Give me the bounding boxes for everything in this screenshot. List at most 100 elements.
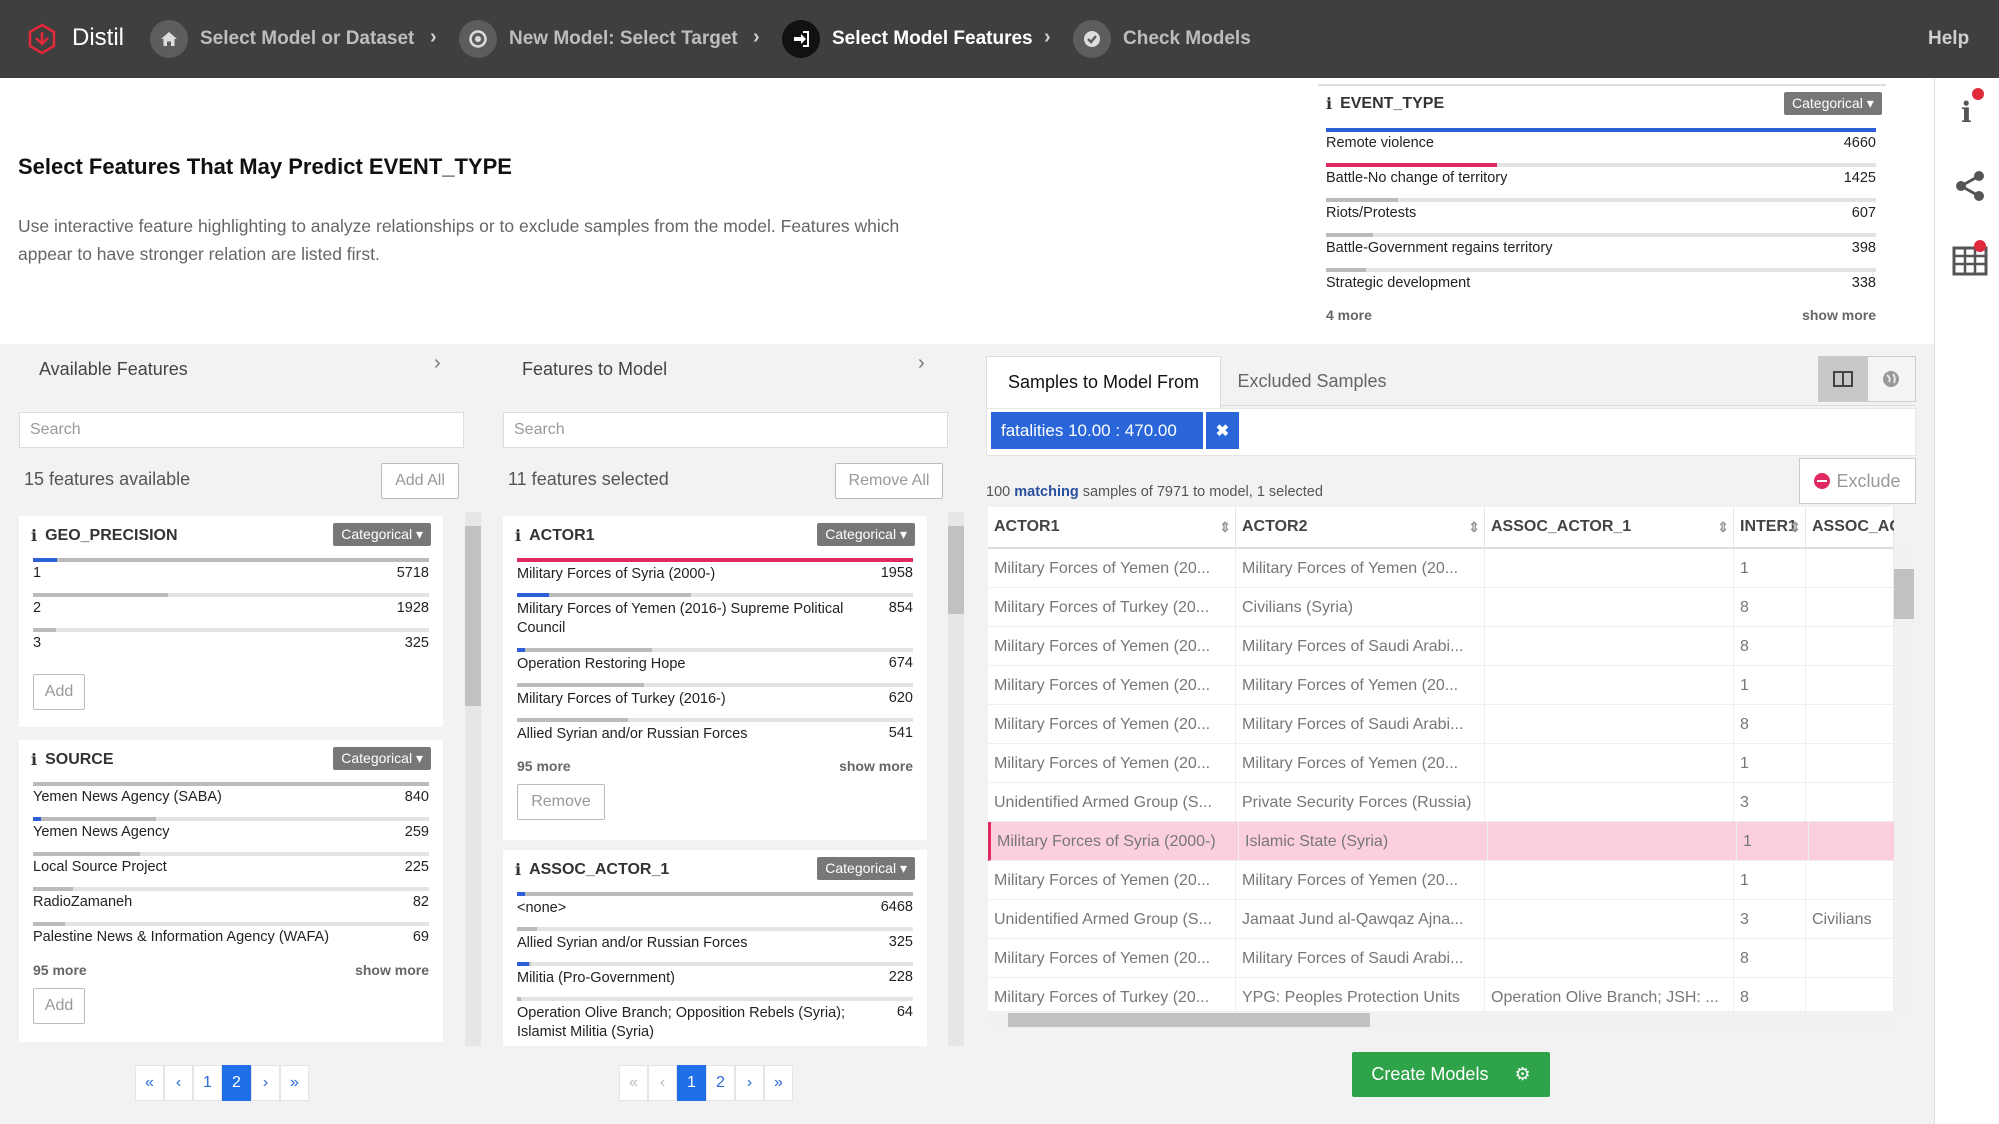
- page-button[interactable]: ‹: [164, 1065, 193, 1101]
- chevron-right-icon[interactable]: ›: [918, 352, 925, 375]
- bar-row[interactable]: Riots/Protests 607: [1326, 198, 1876, 233]
- table-horizontal-scrollbar[interactable]: [988, 1011, 1894, 1029]
- tab-excluded-samples[interactable]: Excluded Samples: [1222, 356, 1402, 406]
- globe-icon[interactable]: [1867, 357, 1915, 401]
- table-row[interactable]: Military Forces of Syria (2000-) Islamic …: [988, 822, 1894, 861]
- info-icon[interactable]: i: [515, 860, 521, 879]
- type-dropdown[interactable]: Categorical ▾: [817, 857, 915, 880]
- show-more-link[interactable]: show more: [355, 962, 429, 978]
- page-button[interactable]: ›: [251, 1065, 280, 1101]
- column-header[interactable]: ACTOR2 ⇕: [1236, 507, 1485, 549]
- scrollbar-thumb[interactable]: [1008, 1013, 1370, 1027]
- bar-row[interactable]: Strategic development 338: [1326, 268, 1876, 303]
- show-more-link[interactable]: show more: [1802, 307, 1876, 323]
- bar-row[interactable]: Operation Olive Branch; Opposition Rebel…: [517, 997, 913, 1046]
- remove-all-button[interactable]: Remove All: [835, 463, 943, 499]
- bar-row[interactable]: Battle-No change of territory 1425: [1326, 163, 1876, 198]
- column-header[interactable]: ASSOC_ACTOR_1 ⇕: [1485, 507, 1734, 549]
- table-row[interactable]: Military Forces of Yemen (20... Military …: [988, 705, 1894, 744]
- bar-row[interactable]: Yemen News Agency (SABA) 840: [33, 782, 429, 817]
- remove-button[interactable]: Remove: [517, 784, 605, 820]
- bar-row[interactable]: Palestine News & Information Agency (WAF…: [33, 922, 429, 957]
- info-icon[interactable]: i: [1326, 94, 1332, 113]
- feature-facet-assoc-actor-1[interactable]: i ASSOC_ACTOR_1 Categorical ▾ <none> 6468 All…: [503, 850, 927, 1046]
- sort-icon[interactable]: ⇕: [1789, 519, 1801, 536]
- page-button[interactable]: »: [764, 1065, 793, 1101]
- bar-row[interactable]: Remote violence 4660: [1326, 128, 1876, 163]
- scrollbar-thumb[interactable]: [948, 526, 964, 614]
- bar-row[interactable]: Yemen News Agency 259: [33, 817, 429, 852]
- bar-row[interactable]: Military Forces of Yemen (2016-) Supreme…: [517, 593, 913, 648]
- table-row[interactable]: Military Forces of Yemen (20... Military …: [988, 939, 1894, 978]
- add-button[interactable]: Add: [33, 988, 85, 1024]
- sort-icon[interactable]: ⇕: [1468, 519, 1480, 536]
- page-button[interactable]: ›: [735, 1065, 764, 1101]
- model-pagination[interactable]: «‹ 1 2 ›»: [619, 1065, 793, 1101]
- table-row[interactable]: Unidentified Armed Group (S... Private Se…: [988, 783, 1894, 822]
- table-row[interactable]: Military Forces of Turkey (20... YPG: Peo…: [988, 978, 1894, 1011]
- share-icon[interactable]: [1952, 168, 1988, 204]
- table-row[interactable]: Military Forces of Yemen (20... Military …: [988, 861, 1894, 900]
- column-header[interactable]: ASSOC_AC: [1806, 507, 1894, 549]
- sort-icon[interactable]: ⇕: [1219, 519, 1231, 536]
- page-button[interactable]: ‹: [648, 1065, 677, 1101]
- info-icon[interactable]: i: [1952, 88, 1988, 129]
- type-dropdown[interactable]: Categorical ▾: [333, 747, 431, 770]
- bar-row[interactable]: Military Forces of Turkey (2016-) 620: [517, 683, 913, 718]
- bar-row[interactable]: RadioZamaneh 82: [33, 887, 429, 922]
- type-dropdown[interactable]: Categorical ▾: [333, 523, 431, 546]
- show-more-link[interactable]: show more: [839, 758, 913, 774]
- feature-facet-actor1[interactable]: i ACTOR1 Categorical ▾ Military Forces of S…: [503, 516, 927, 840]
- nav-step-select-model[interactable]: Select Model or Dataset: [150, 18, 414, 60]
- table-row[interactable]: Military Forces of Yemen (20... Military …: [988, 549, 1894, 588]
- create-models-button[interactable]: Create Models ⚙: [1352, 1052, 1550, 1097]
- type-dropdown[interactable]: Categorical ▾: [1784, 92, 1882, 115]
- available-scrollbar[interactable]: [465, 512, 481, 1046]
- nav-step-select-target[interactable]: New Model: Select Target: [459, 18, 738, 60]
- bar-row[interactable]: Allied Syrian and/or Russian Forces 541: [517, 718, 913, 753]
- bar-row[interactable]: Local Source Project 225: [33, 852, 429, 887]
- available-pagination[interactable]: «‹ 1 2 ›»: [135, 1065, 309, 1101]
- bar-row[interactable]: 2 1928: [33, 593, 429, 628]
- help-link[interactable]: Help: [1928, 28, 1969, 50]
- info-icon[interactable]: i: [31, 526, 37, 545]
- type-dropdown[interactable]: Categorical ▾: [817, 523, 915, 546]
- column-header[interactable]: ACTOR1 ⇕: [988, 507, 1236, 549]
- page-button[interactable]: 1: [193, 1065, 222, 1101]
- add-all-button[interactable]: Add All: [381, 463, 459, 499]
- page-button[interactable]: »: [280, 1065, 309, 1101]
- bar-row[interactable]: Militia (Pro-Government) 228: [517, 962, 913, 997]
- bar-row[interactable]: Battle-Government regains territory 398: [1326, 233, 1876, 268]
- model-search-input[interactable]: Search: [503, 412, 948, 448]
- bar-row[interactable]: 1 5718: [33, 558, 429, 593]
- page-button[interactable]: 1: [677, 1065, 706, 1101]
- nav-step-check-models[interactable]: Check Models: [1073, 18, 1251, 60]
- chevron-right-icon[interactable]: ›: [434, 352, 441, 375]
- table-row[interactable]: Military Forces of Yemen (20... Military …: [988, 666, 1894, 705]
- table-row[interactable]: Military Forces of Yemen (20... Military …: [988, 744, 1894, 783]
- table-row[interactable]: Unidentified Armed Group (S... Jamaat Jun…: [988, 900, 1894, 939]
- remove-filter-icon[interactable]: ✖: [1206, 412, 1239, 449]
- info-icon[interactable]: i: [31, 750, 37, 769]
- sort-icon[interactable]: ⇕: [1717, 519, 1729, 536]
- table-icon[interactable]: [1952, 240, 1988, 278]
- table-row[interactable]: Military Forces of Yemen (20... Military …: [988, 627, 1894, 666]
- table-view-icon[interactable]: [1819, 357, 1868, 401]
- page-button[interactable]: «: [619, 1065, 648, 1101]
- page-button[interactable]: 2: [222, 1065, 251, 1101]
- column-header[interactable]: INTER1 ⇕: [1734, 507, 1806, 549]
- scrollbar-thumb[interactable]: [465, 526, 481, 706]
- page-button[interactable]: «: [135, 1065, 164, 1101]
- available-search-input[interactable]: Search: [19, 412, 464, 448]
- model-scrollbar[interactable]: [948, 512, 964, 1046]
- info-icon[interactable]: i: [515, 526, 521, 545]
- table-row[interactable]: Military Forces of Turkey (20... Civilian…: [988, 588, 1894, 627]
- scrollbar-thumb[interactable]: [1894, 569, 1914, 619]
- bar-row[interactable]: Operation Restoring Hope 674: [517, 648, 913, 683]
- bar-row[interactable]: 3 325: [33, 628, 429, 663]
- tab-samples-to-model[interactable]: Samples to Model From: [986, 356, 1221, 408]
- bar-row[interactable]: <none> 6468: [517, 892, 913, 927]
- add-button[interactable]: Add: [33, 674, 85, 710]
- feature-facet-geo-precision[interactable]: i GEO_PRECISION Categorical ▾ 1 5718 2 1928 3 32…: [19, 516, 443, 727]
- table-vertical-scrollbar[interactable]: [1894, 549, 1914, 1011]
